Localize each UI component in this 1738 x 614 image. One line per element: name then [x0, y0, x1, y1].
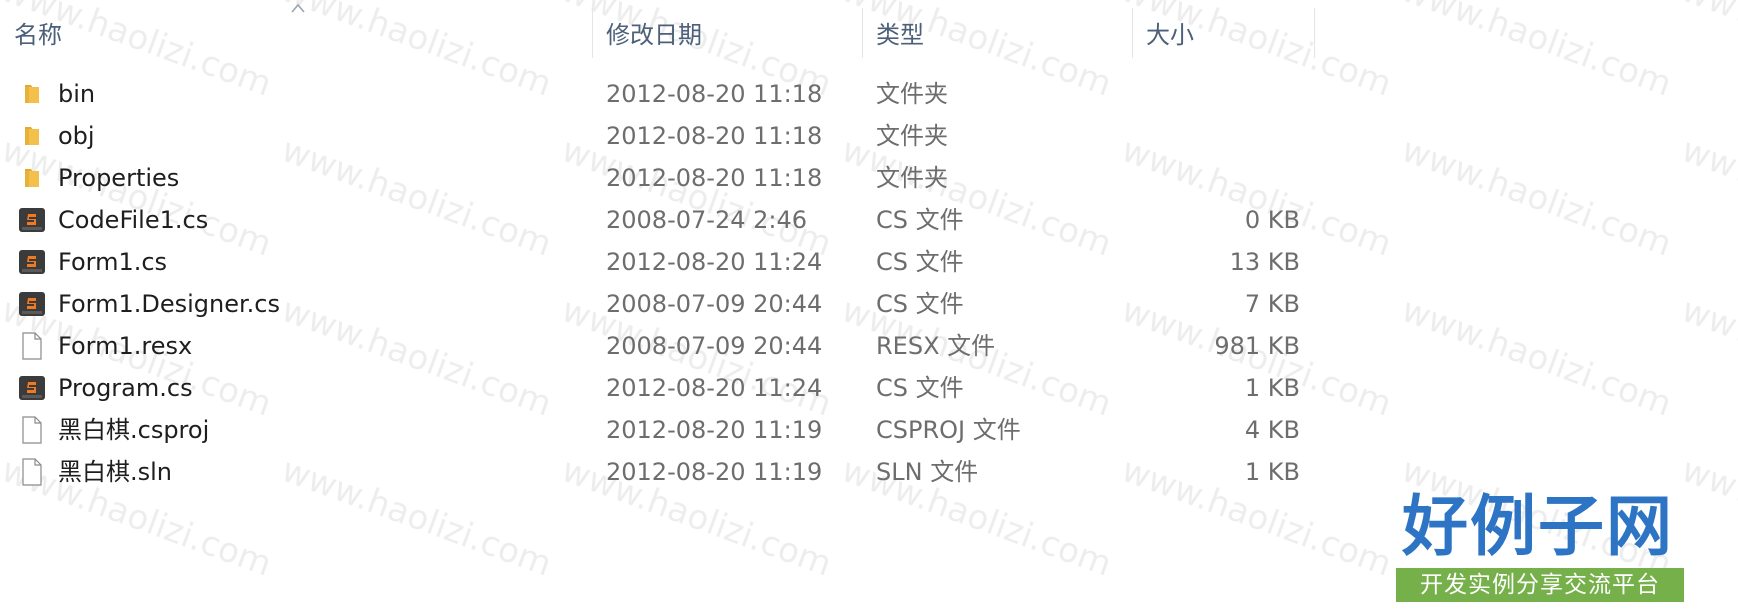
column-header-date[interactable]: 修改日期: [606, 0, 860, 60]
cs-file-icon: [18, 199, 46, 241]
file-size: 4 KB: [1244, 416, 1300, 444]
file-list: bin 2012-08-20 11:18 文件夹 obj 2012-08-20 11:1…: [0, 73, 1738, 493]
file-modified-date: 2012-08-20 11:24: [606, 374, 823, 402]
file-type: CS 文件: [876, 374, 964, 402]
file-size: 1 KB: [1244, 458, 1300, 486]
file-size: 981 KB: [1214, 332, 1300, 360]
file-modified-date: 2012-08-20 11:24: [606, 248, 823, 276]
file-modified-date: 2012-08-20 11:19: [606, 416, 823, 444]
blank-file-icon: [18, 409, 46, 451]
file-type: 文件夹: [876, 164, 948, 192]
file-row[interactable]: CodeFile1.cs 2008-07-24 2:46 CS 文件 0 KB: [0, 199, 1320, 241]
file-type: RESX 文件: [876, 332, 996, 360]
file-type: 文件夹: [876, 80, 948, 108]
column-divider[interactable]: [1132, 8, 1133, 58]
file-name: Program.cs: [58, 374, 193, 402]
file-name: Form1.Designer.cs: [58, 290, 280, 318]
file-name: 黑白棋.sln: [58, 458, 173, 486]
file-type: CS 文件: [876, 290, 964, 318]
file-type: CS 文件: [876, 248, 964, 276]
column-header-type-label: 类型: [876, 20, 924, 49]
column-header-type[interactable]: 类型: [876, 0, 1130, 60]
column-divider[interactable]: [862, 8, 863, 58]
file-name: bin: [58, 80, 96, 108]
cs-file-icon: [18, 283, 46, 325]
sort-ascending-icon: [291, 3, 305, 13]
file-name: obj: [58, 122, 95, 150]
column-divider[interactable]: [592, 8, 593, 58]
cs-file-icon: [18, 367, 46, 409]
file-size: [1146, 115, 1300, 157]
file-size: [1146, 73, 1300, 115]
file-size: [1146, 157, 1300, 199]
blank-file-icon: [18, 325, 46, 367]
file-name: Properties: [58, 164, 180, 192]
column-header-date-label: 修改日期: [606, 20, 702, 49]
file-type: SLN 文件: [876, 458, 979, 486]
file-name: CodeFile1.cs: [58, 206, 209, 234]
file-row[interactable]: Properties 2012-08-20 11:18 文件夹: [0, 157, 1320, 199]
column-divider[interactable]: [1314, 8, 1315, 58]
file-type: CSPROJ 文件: [876, 416, 1021, 444]
cs-file-icon: [18, 241, 46, 283]
file-row[interactable]: Form1.cs 2012-08-20 11:24 CS 文件 13 KB: [0, 241, 1320, 283]
file-row[interactable]: Form1.resx 2008-07-09 20:44 RESX 文件 981 KB: [0, 325, 1320, 367]
blank-file-icon: [18, 451, 46, 493]
file-type: CS 文件: [876, 206, 964, 234]
file-modified-date: 2012-08-20 11:18: [606, 80, 823, 108]
file-row[interactable]: 黑白棋.csproj 2012-08-20 11:19 CSPROJ 文件 4 KB: [0, 409, 1320, 451]
file-row[interactable]: obj 2012-08-20 11:18 文件夹: [0, 115, 1320, 157]
file-type: 文件夹: [876, 122, 948, 150]
file-name: Form1.resx: [58, 332, 193, 360]
file-size: 7 KB: [1244, 290, 1300, 318]
file-row[interactable]: Program.cs 2012-08-20 11:24 CS 文件 1 KB: [0, 367, 1320, 409]
file-row[interactable]: Form1.Designer.cs 2008-07-09 20:44 CS 文件 7 …: [0, 283, 1320, 325]
file-name: 黑白棋.csproj: [58, 416, 210, 444]
column-header-size-label: 大小: [1146, 20, 1194, 49]
folder-icon: [18, 115, 46, 157]
file-modified-date: 2008-07-09 20:44: [606, 290, 823, 318]
logo-subtitle: 开发实例分享交流平台: [1396, 568, 1684, 602]
column-header-name-label: 名称: [14, 20, 62, 49]
file-size: 0 KB: [1244, 206, 1300, 234]
file-modified-date: 2008-07-24 2:46: [606, 206, 807, 234]
column-header-size[interactable]: 大小: [1146, 0, 1314, 60]
file-modified-date: 2012-08-20 11:18: [606, 164, 823, 192]
logo-title: 好例子网: [1402, 487, 1674, 565]
file-modified-date: 2012-08-20 11:19: [606, 458, 823, 486]
folder-icon: [18, 157, 46, 199]
file-modified-date: 2008-07-09 20:44: [606, 332, 823, 360]
column-header-bar: 名称 修改日期 类型 大小: [0, 0, 1738, 70]
file-modified-date: 2012-08-20 11:18: [606, 122, 823, 150]
site-logo: 好例子网 开发实例分享交流平台: [1394, 488, 1686, 606]
file-size: 13 KB: [1229, 248, 1300, 276]
file-row[interactable]: bin 2012-08-20 11:18 文件夹: [0, 73, 1320, 115]
file-size: 1 KB: [1244, 374, 1300, 402]
file-row[interactable]: 黑白棋.sln 2012-08-20 11:19 SLN 文件 1 KB: [0, 451, 1320, 493]
folder-icon: [18, 73, 46, 115]
file-explorer: www.haolizi.com www.haolizi.com www.haoliz…: [0, 0, 1738, 614]
file-name: Form1.cs: [58, 248, 168, 276]
